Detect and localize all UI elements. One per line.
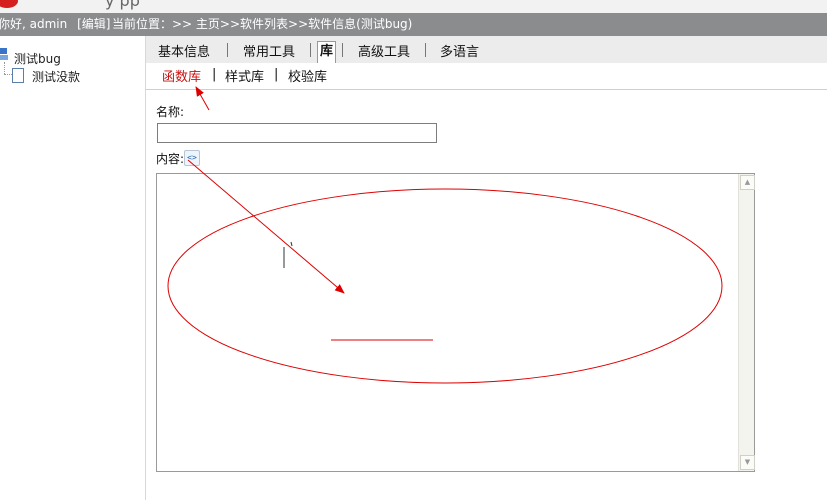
- tab-library[interactable]: 库: [317, 41, 337, 64]
- greeting-text: 你好, admin: [0, 17, 68, 31]
- tab-multilanguage[interactable]: 多语言: [440, 41, 479, 60]
- tab-divider: [342, 43, 343, 57]
- tree-item-child[interactable]: 测试没款: [32, 68, 80, 85]
- name-label: 名称:: [156, 105, 185, 119]
- tree-connector: [4, 62, 5, 74]
- tree-connector: [4, 74, 12, 75]
- tab-advanced-tools[interactable]: 高级工具: [358, 41, 410, 60]
- tab-divider: [227, 43, 228, 57]
- breadcrumb: 当前位置：>> 主页>>软件列表>>软件信息(测试bug): [112, 17, 413, 31]
- sidebar-tree: [0, 36, 146, 500]
- main-panel: 基本信息 常用工具 库 高级工具 多语言 函数库 | 样式库 | 校验库 名称:…: [146, 36, 827, 500]
- user-greeting: 你好, admin [编辑]: [0, 13, 110, 36]
- content-label: 内容:: [156, 152, 185, 166]
- subtab-style-library[interactable]: 样式库: [225, 66, 264, 85]
- scroll-up-arrow-icon[interactable]: ▲: [740, 175, 755, 190]
- tab-divider: [425, 43, 426, 57]
- subtab-function-library[interactable]: 函数库: [162, 66, 201, 85]
- status-bar: 你好, admin [编辑] 当前位置：>> 主页>>软件列表>>软件信息(测试…: [0, 13, 827, 36]
- name-input[interactable]: [157, 123, 437, 143]
- tree-item-root[interactable]: 测试bug: [14, 50, 61, 67]
- app-title-fragment: y pp: [105, 0, 140, 10]
- subtab-separator: |: [212, 67, 217, 82]
- subtab-bar: 函数库 | 样式库 | 校验库: [146, 63, 827, 90]
- editor-scrollbar[interactable]: ▲ ▼: [738, 174, 755, 471]
- subtab-validation-library[interactable]: 校验库: [288, 66, 327, 85]
- top-strip: y pp: [0, 0, 827, 13]
- document-icon: [12, 68, 24, 83]
- tab-bar: 基本信息 常用工具 库 高级工具 多语言: [146, 36, 827, 64]
- subtab-separator: |: [274, 67, 279, 82]
- project-tree-icon: [0, 48, 8, 60]
- scroll-down-arrow-icon[interactable]: ▼: [740, 455, 755, 470]
- tab-common-tools[interactable]: 常用工具: [243, 41, 295, 60]
- code-source-icon[interactable]: <>: [184, 150, 200, 166]
- edit-profile-link[interactable]: [编辑]: [77, 17, 110, 31]
- logo-icon: [0, 0, 18, 8]
- tab-divider: [310, 43, 311, 57]
- content-editor[interactable]: ▲ ▼: [156, 173, 755, 472]
- tab-basic-info[interactable]: 基本信息: [158, 41, 210, 60]
